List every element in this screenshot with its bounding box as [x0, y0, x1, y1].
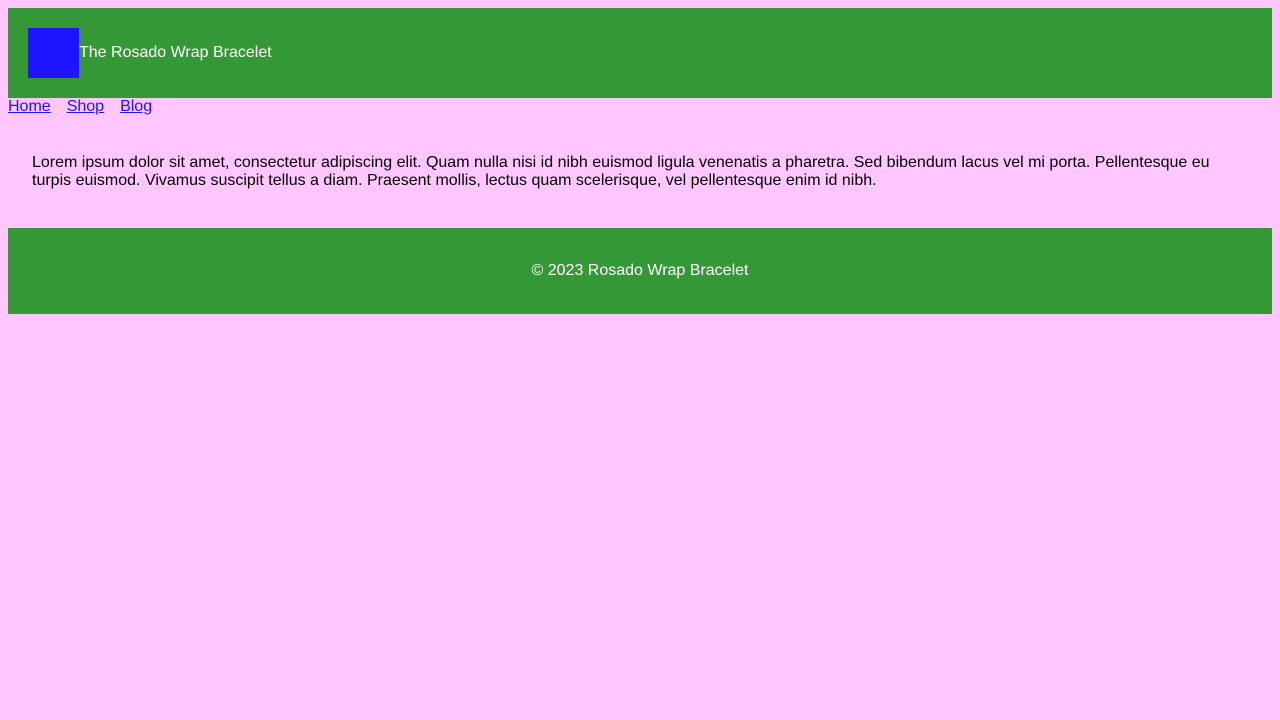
main-nav: Home Shop Blog [8, 98, 1272, 116]
nav-link-shop[interactable]: Shop [67, 98, 104, 116]
site-title: The Rosado Wrap Bracelet [79, 44, 272, 61]
nav-link-blog[interactable]: Blog [120, 98, 152, 116]
copyright-text: © 2023 Rosado Wrap Bracelet [531, 262, 749, 279]
logo [28, 28, 79, 78]
nav-link-home[interactable]: Home [8, 98, 51, 116]
main-content: Lorem ipsum dolor sit amet, consectetur … [8, 116, 1272, 228]
site-footer: © 2023 Rosado Wrap Bracelet [8, 228, 1272, 314]
intro-paragraph: Lorem ipsum dolor sit amet, consectetur … [32, 154, 1210, 189]
site-header: The Rosado Wrap Bracelet [8, 8, 1272, 98]
